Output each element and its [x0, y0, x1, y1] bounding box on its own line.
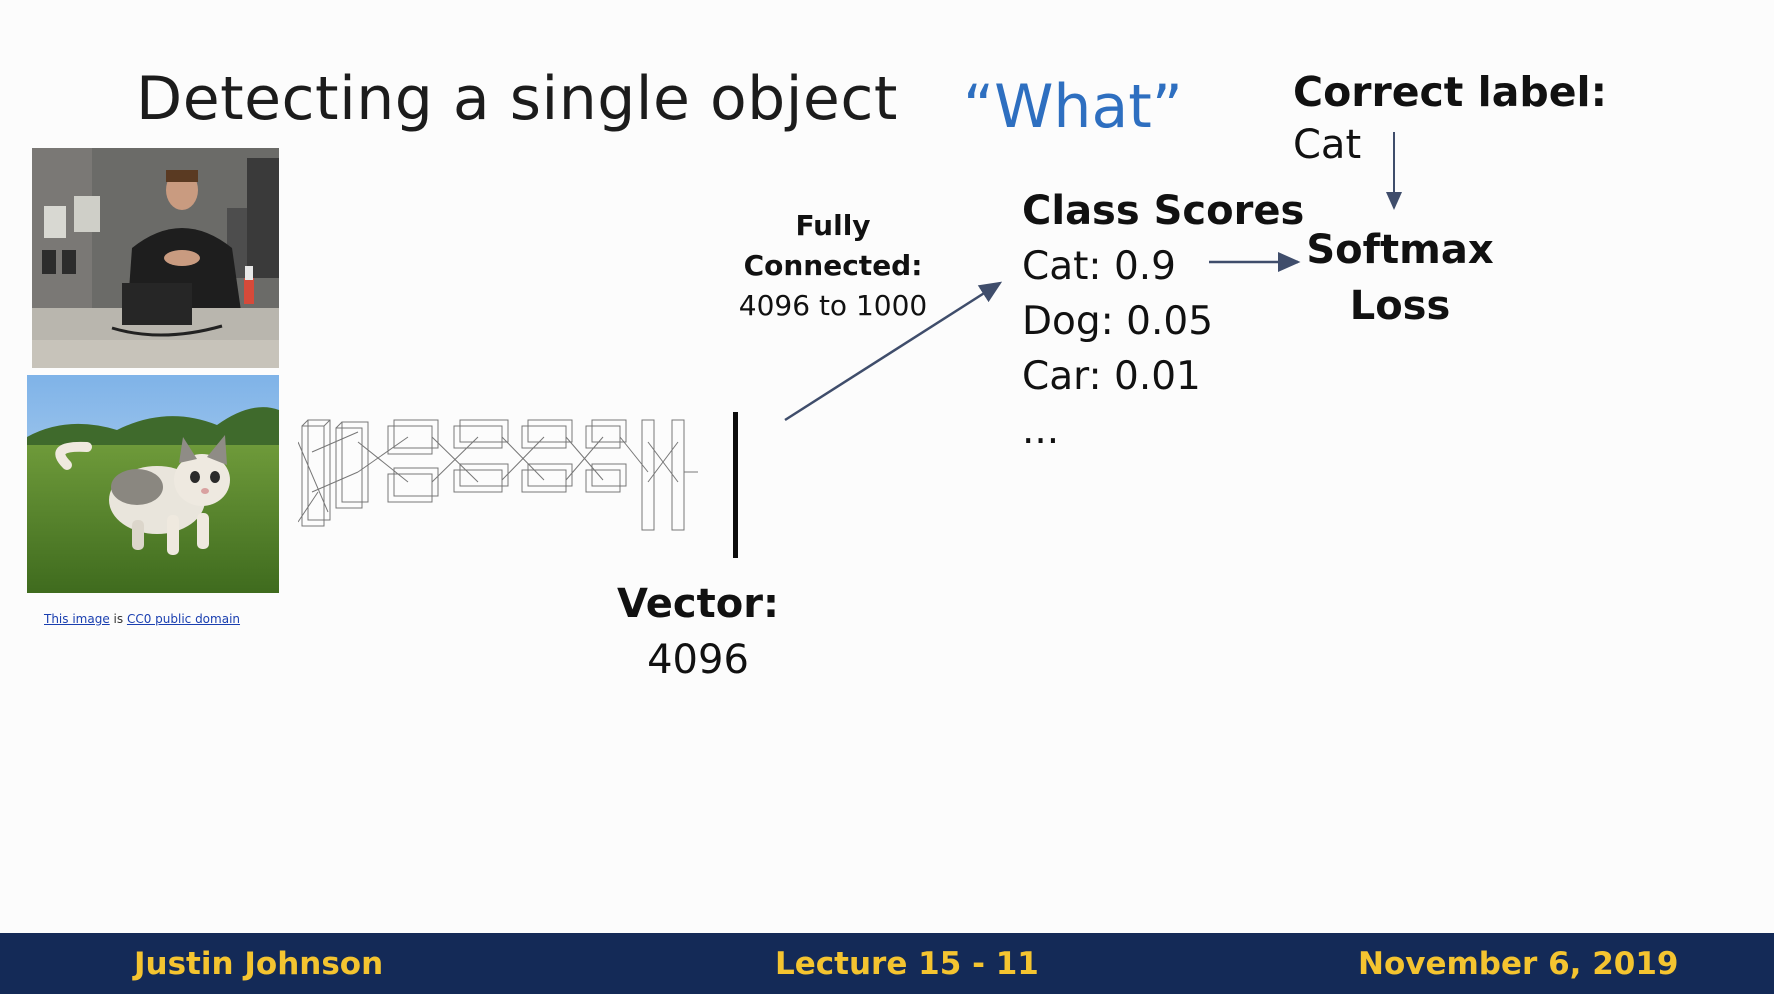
score-car: Car: 0.01	[1022, 354, 1201, 399]
footer-date: November 6, 2019	[1358, 946, 1679, 982]
score-cat: Cat: 0.9	[1022, 244, 1176, 289]
class-scores-heading: Class Scores	[1022, 188, 1305, 234]
footer-lecture: Lecture 15 - 11	[775, 946, 1039, 982]
score-dog: Dog: 0.05	[1022, 299, 1214, 344]
footer-author: Justin Johnson	[134, 946, 384, 982]
softmax-line-1: Softmax	[1306, 227, 1494, 273]
softmax-loss-label: Softmax Loss	[1300, 222, 1500, 334]
fc-arrow	[784, 281, 1003, 422]
arrows-layer	[784, 132, 1402, 422]
score-ellipsis: ...	[1022, 408, 1060, 453]
softmax-line-2: Loss	[1349, 283, 1451, 329]
